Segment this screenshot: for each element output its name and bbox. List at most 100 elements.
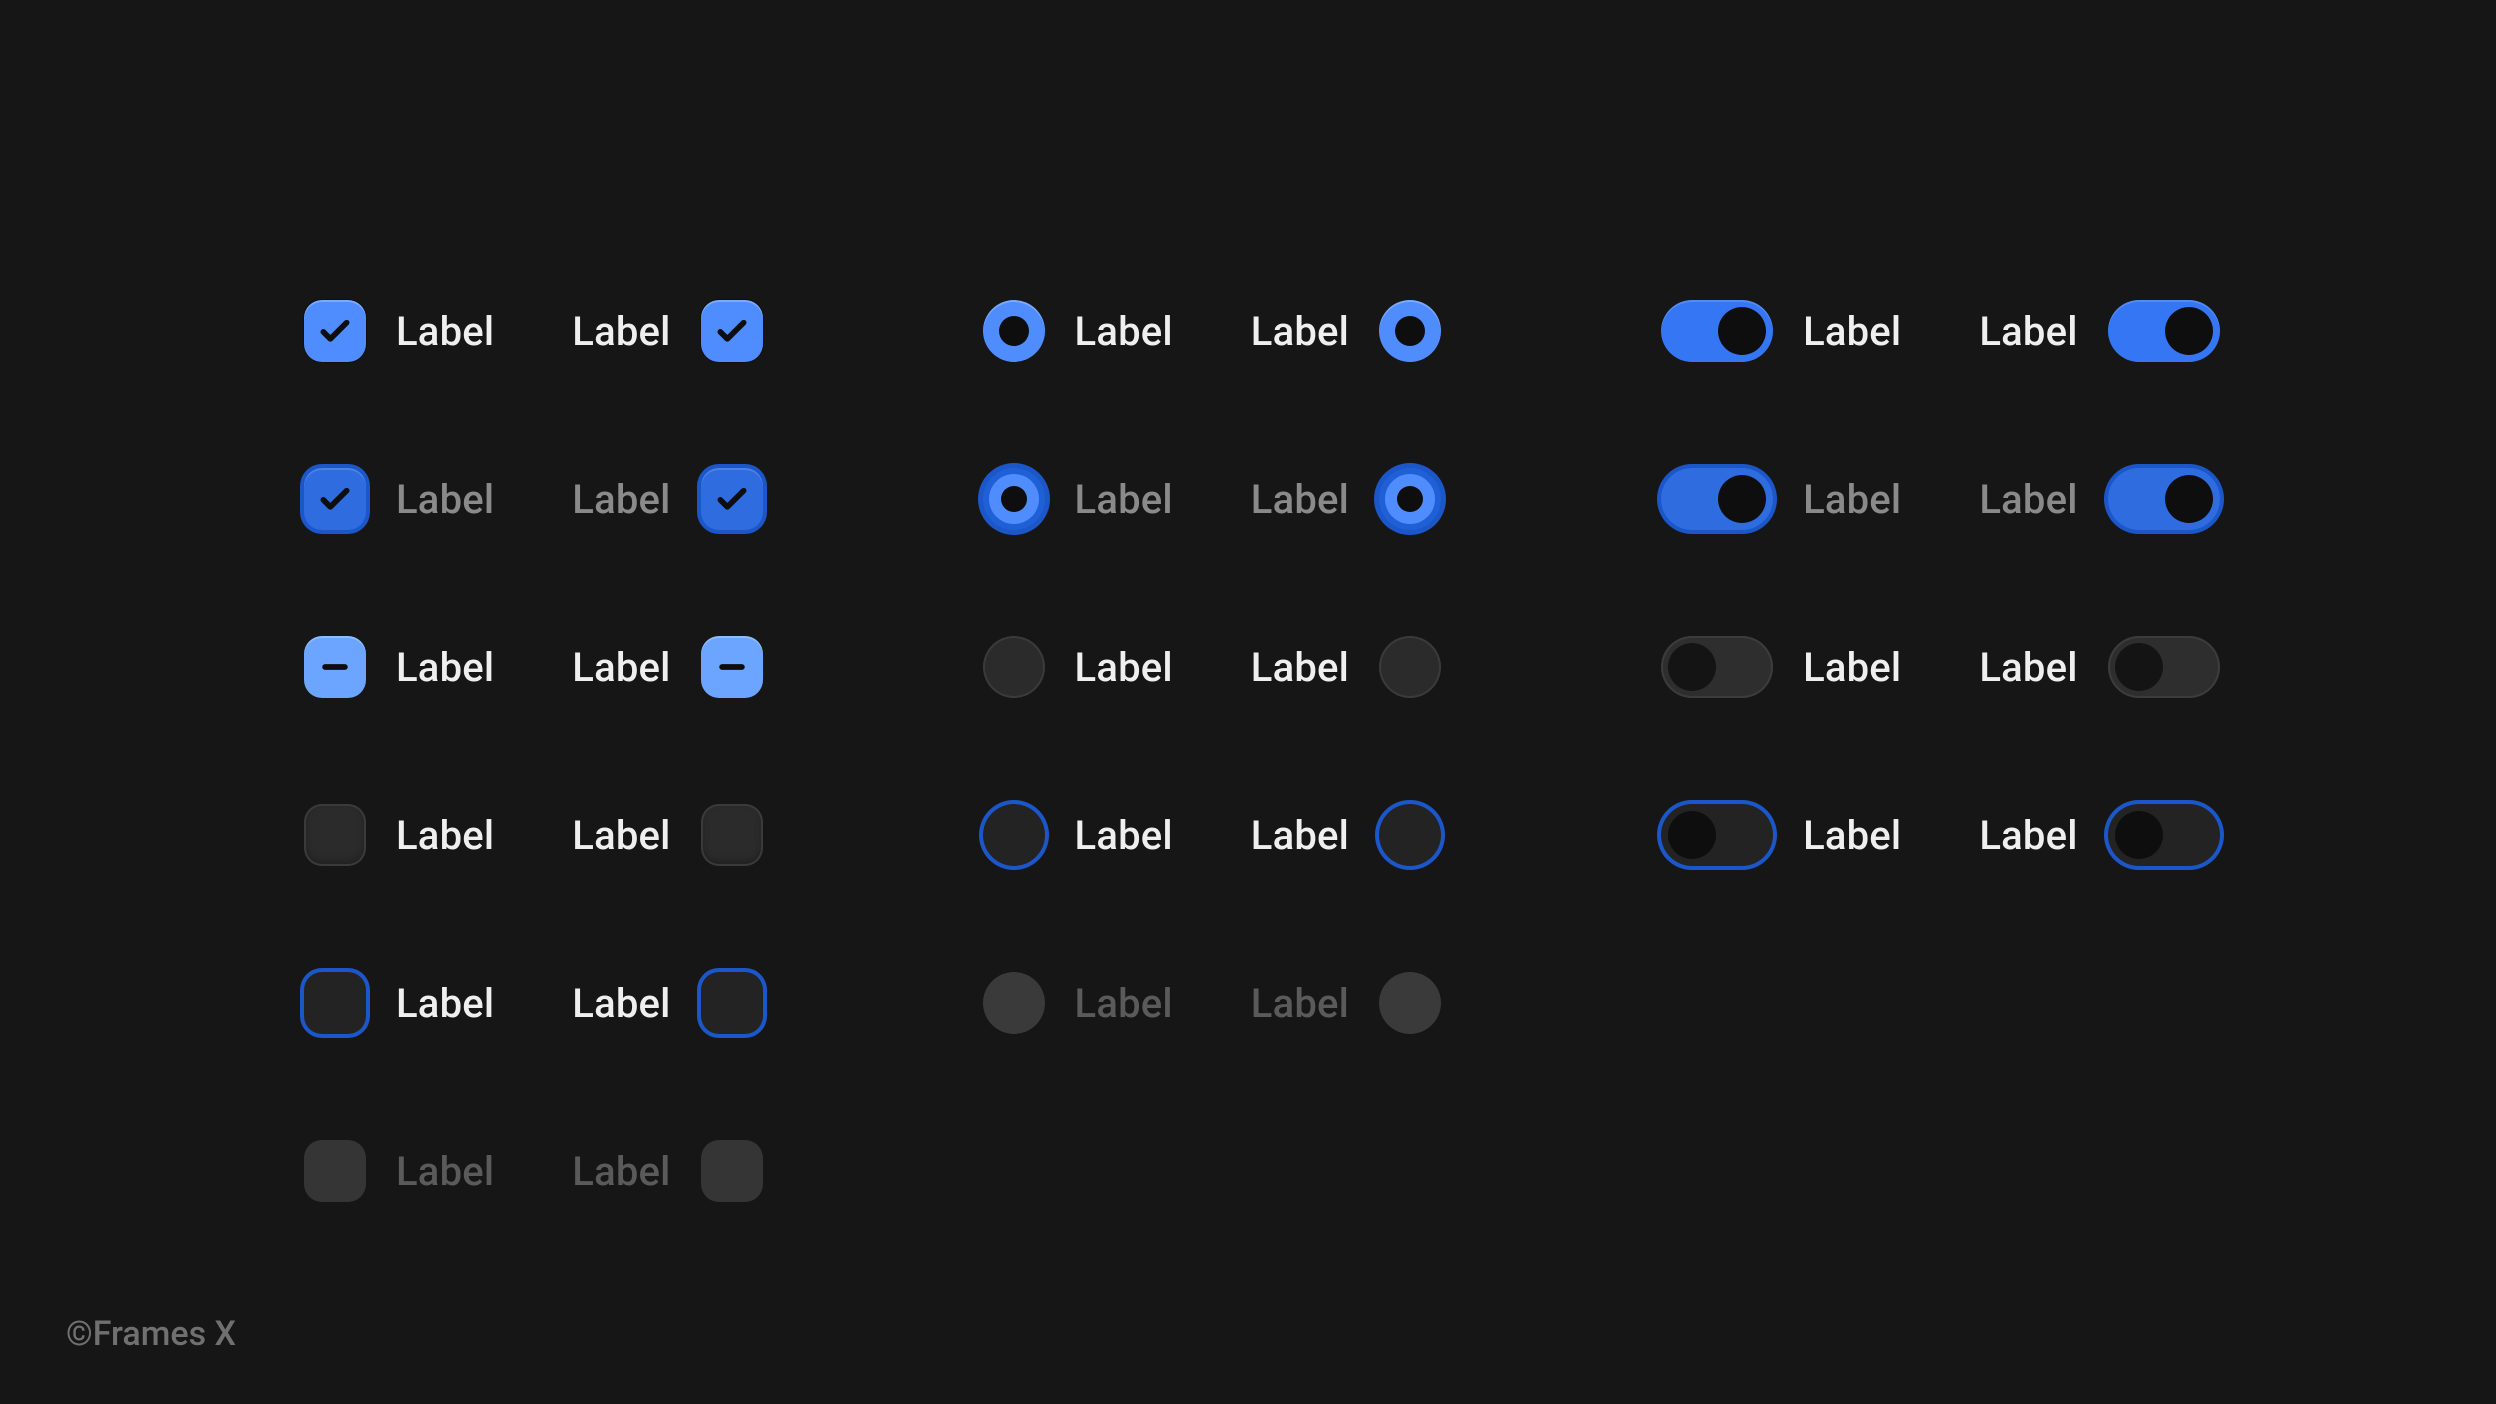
radio-row: Label Label: [983, 804, 1442, 866]
checkbox-item: Label: [572, 804, 762, 866]
checkbox-unchecked[interactable]: [701, 804, 763, 866]
radio-item: Label: [1251, 300, 1441, 362]
radio-item: Label: [983, 636, 1173, 698]
switch-on[interactable]: [2108, 300, 2220, 362]
checkbox-item: Label: [304, 972, 494, 1034]
checkbox-label: Label: [572, 308, 670, 355]
radio-selected[interactable]: [983, 300, 1045, 362]
checkbox-checked-focused[interactable]: [304, 468, 366, 530]
check-icon: [315, 311, 355, 351]
checkbox-column: Label Label Label: [304, 300, 763, 1202]
component-grid: Label Label Label: [304, 300, 2220, 1202]
checkbox-unchecked-focused[interactable]: [701, 972, 763, 1034]
radio-item: Label: [983, 972, 1173, 1034]
switch-item: Label: [1661, 468, 1901, 530]
switch-off[interactable]: [1661, 636, 1773, 698]
radio-selected[interactable]: [1379, 300, 1441, 362]
radio-item: Label: [983, 468, 1173, 530]
switch-on-focused[interactable]: [1661, 468, 1773, 530]
radio-label: Label: [1251, 644, 1349, 691]
radio-selected-focused[interactable]: [983, 468, 1045, 530]
switch-label: Label: [1979, 308, 2077, 355]
radio-disabled: [1379, 972, 1441, 1034]
switch-label: Label: [1979, 476, 2077, 523]
footer-credit: ©Frames X: [66, 1314, 236, 1354]
checkbox-indeterminate[interactable]: [701, 636, 763, 698]
radio-row: Label Label: [983, 636, 1442, 698]
switch-on[interactable]: [1661, 300, 1773, 362]
radio-disabled: [983, 972, 1045, 1034]
checkbox-row: Label Label: [304, 300, 763, 362]
minus-icon: [715, 650, 749, 684]
checkbox-label: Label: [396, 644, 494, 691]
checkbox-label: Label: [396, 1148, 494, 1195]
checkbox-label: Label: [396, 308, 494, 355]
switch-off-focused[interactable]: [1661, 804, 1773, 866]
checkbox-checked-focused[interactable]: [701, 468, 763, 530]
checkbox-item: Label: [572, 972, 762, 1034]
checkbox-row: Label Label: [304, 1140, 763, 1202]
checkbox-item: Label: [572, 300, 762, 362]
radio-unselected-focused[interactable]: [983, 804, 1045, 866]
switch-row: Label Label: [1661, 804, 2220, 866]
checkbox-item: Label: [572, 636, 762, 698]
switch-column: Label Label Label Label: [1661, 300, 2220, 1202]
radio-label: Label: [1075, 476, 1173, 523]
switch-off-focused[interactable]: [2108, 804, 2220, 866]
checkbox-row: Label Label: [304, 636, 763, 698]
switch-row: Label Label: [1661, 300, 2220, 362]
checkbox-item: Label: [572, 468, 762, 530]
checkbox-label: Label: [572, 812, 670, 859]
switch-item: Label: [1661, 804, 1901, 866]
checkbox-unchecked[interactable]: [304, 804, 366, 866]
checkbox-item: Label: [572, 1140, 762, 1202]
switch-on-focused[interactable]: [2108, 468, 2220, 530]
checkbox-indeterminate[interactable]: [304, 636, 366, 698]
checkbox-item: Label: [304, 300, 494, 362]
switch-label: Label: [1803, 644, 1901, 691]
radio-column: Label Label Label Label: [983, 300, 1442, 1202]
check-icon: [315, 479, 355, 519]
radio-unselected-focused[interactable]: [1379, 804, 1441, 866]
checkbox-label: Label: [396, 980, 494, 1027]
checkbox-checked[interactable]: [701, 300, 763, 362]
checkbox-item: Label: [304, 1140, 494, 1202]
radio-row: Label Label: [983, 468, 1442, 530]
radio-label: Label: [1251, 980, 1349, 1027]
checkbox-unchecked-focused[interactable]: [304, 972, 366, 1034]
minus-icon: [318, 650, 352, 684]
radio-item: Label: [983, 300, 1173, 362]
checkbox-label: Label: [572, 644, 670, 691]
switch-off[interactable]: [2108, 636, 2220, 698]
checkbox-checked[interactable]: [304, 300, 366, 362]
checkbox-disabled: [304, 1140, 366, 1202]
checkbox-row: Label Label: [304, 972, 763, 1034]
checkbox-row: Label Label: [304, 468, 763, 530]
checkbox-item: Label: [304, 468, 494, 530]
check-icon: [712, 311, 752, 351]
radio-selected-focused[interactable]: [1379, 468, 1441, 530]
radio-label: Label: [1075, 812, 1173, 859]
radio-label: Label: [1251, 476, 1349, 523]
radio-item: Label: [1251, 636, 1441, 698]
radio-item: Label: [1251, 468, 1441, 530]
radio-item: Label: [1251, 804, 1441, 866]
switch-item: Label: [1979, 468, 2219, 530]
checkbox-item: Label: [304, 804, 494, 866]
switch-label: Label: [1979, 812, 2077, 859]
checkbox-label: Label: [396, 476, 494, 523]
switch-item: Label: [1661, 300, 1901, 362]
radio-unselected[interactable]: [1379, 636, 1441, 698]
checkbox-label: Label: [572, 1148, 670, 1195]
checkbox-label: Label: [396, 812, 494, 859]
radio-row: Label Label: [983, 972, 1442, 1034]
radio-item: Label: [983, 804, 1173, 866]
radio-label: Label: [1075, 308, 1173, 355]
switch-label: Label: [1979, 644, 2077, 691]
radio-label: Label: [1251, 308, 1349, 355]
radio-unselected[interactable]: [983, 636, 1045, 698]
switch-row: Label Label: [1661, 468, 2220, 530]
switch-row: Label Label: [1661, 636, 2220, 698]
switch-item: Label: [1979, 300, 2219, 362]
switch-item: Label: [1979, 636, 2219, 698]
